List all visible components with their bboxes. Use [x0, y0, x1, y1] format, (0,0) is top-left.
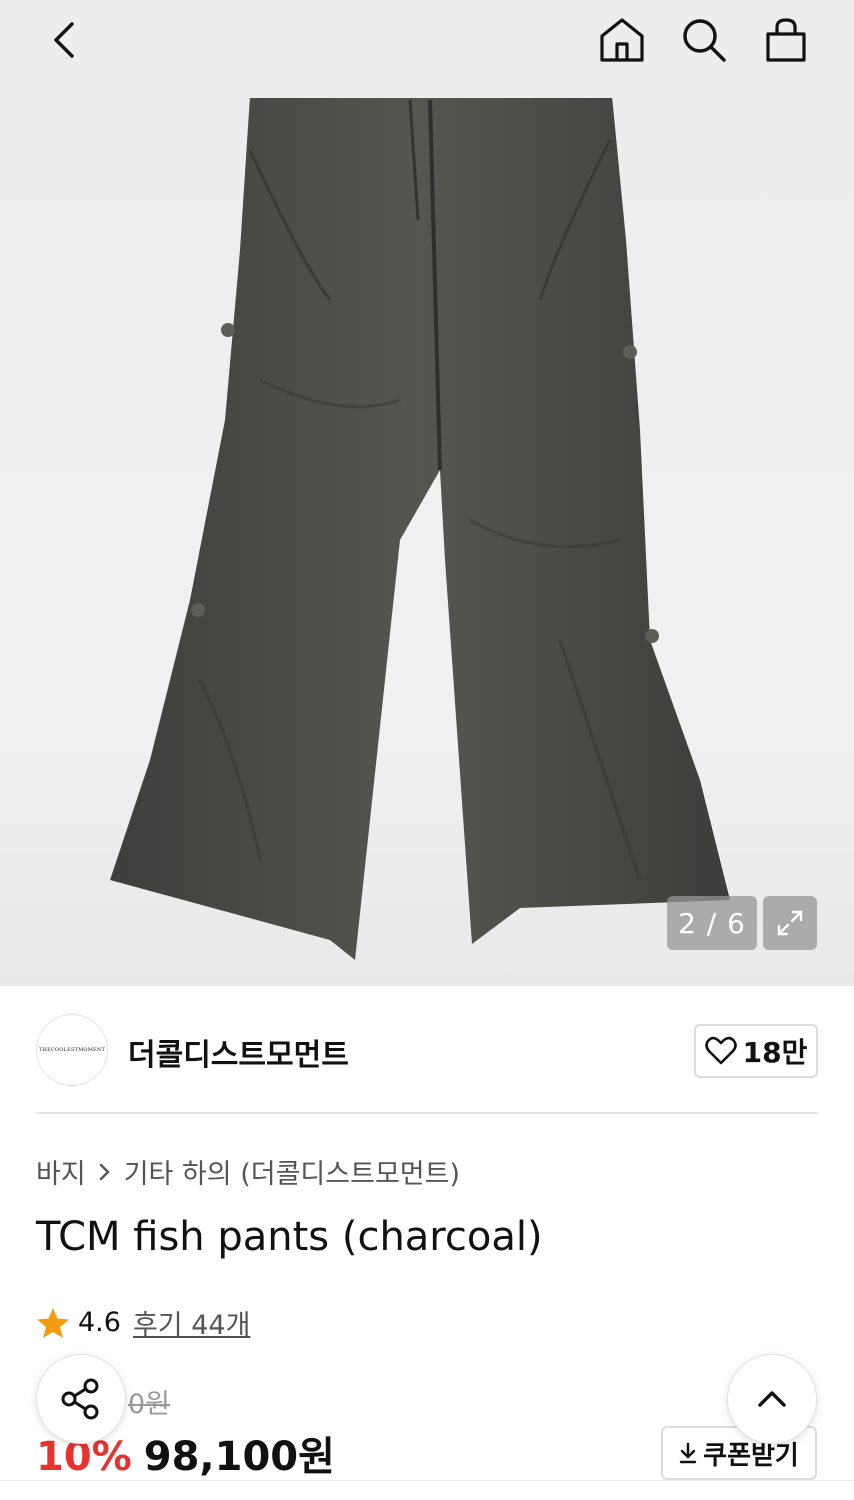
rating-value: 4.6 — [78, 1307, 121, 1338]
search-button[interactable] — [676, 12, 732, 68]
breadcrumb-item-other-bottoms[interactable]: 기타 하의 (더콜디스트모먼트) — [124, 1152, 460, 1191]
home-button[interactable] — [594, 12, 650, 68]
shopping-bag-icon — [766, 18, 806, 62]
top-navigation-bar — [0, 0, 854, 98]
home-icon — [600, 18, 644, 62]
brand-name-link[interactable]: 더콜디스트모먼트 — [128, 1030, 349, 1074]
chevron-up-icon — [758, 1391, 786, 1407]
brand-logo-text: THECOOLESTMOMENT — [39, 1047, 105, 1053]
heart-icon — [704, 1036, 737, 1065]
share-button[interactable] — [36, 1354, 126, 1444]
original-price: 0원 — [128, 1389, 171, 1420]
chevron-left-icon — [54, 22, 74, 58]
product-page: 2 / 6 THECOOLESTMOMENT 더콜디스트모먼트 18만 바지 기… — [0, 0, 854, 1500]
chevron-right-icon — [98, 1162, 112, 1182]
rating-row: 4.6 후기 44개 — [36, 1303, 250, 1342]
scroll-to-top-button[interactable] — [727, 1354, 817, 1444]
image-counter: 2 / 6 — [667, 896, 757, 950]
download-icon — [679, 1442, 697, 1464]
breadcrumb: 바지 기타 하의 (더콜디스트모먼트) — [36, 1152, 460, 1191]
bottom-edge — [0, 1480, 854, 1500]
share-icon — [61, 1378, 99, 1420]
sale-price: 98,100원 — [143, 1434, 335, 1480]
like-count: 18만 — [742, 1036, 808, 1069]
brand-logo[interactable]: THECOOLESTMOMENT — [36, 1014, 108, 1086]
like-button[interactable]: 18만 — [694, 1024, 818, 1078]
review-count-link[interactable]: 후기 44개 — [133, 1303, 250, 1342]
expand-button[interactable] — [763, 896, 817, 950]
product-image-gallery[interactable]: 2 / 6 — [0, 0, 854, 986]
breadcrumb-item-pants[interactable]: 바지 — [36, 1152, 86, 1191]
search-icon — [683, 19, 726, 62]
back-button[interactable] — [36, 12, 92, 68]
cart-button[interactable] — [758, 12, 814, 68]
product-image — [110, 96, 730, 960]
star-icon — [37, 1307, 69, 1338]
brand-row: THECOOLESTMOMENT 더콜디스트모먼트 18만 — [36, 1014, 818, 1086]
product-title: TCM fish pants (charcoal) — [36, 1214, 543, 1260]
divider — [36, 1112, 818, 1114]
expand-icon — [777, 910, 803, 936]
